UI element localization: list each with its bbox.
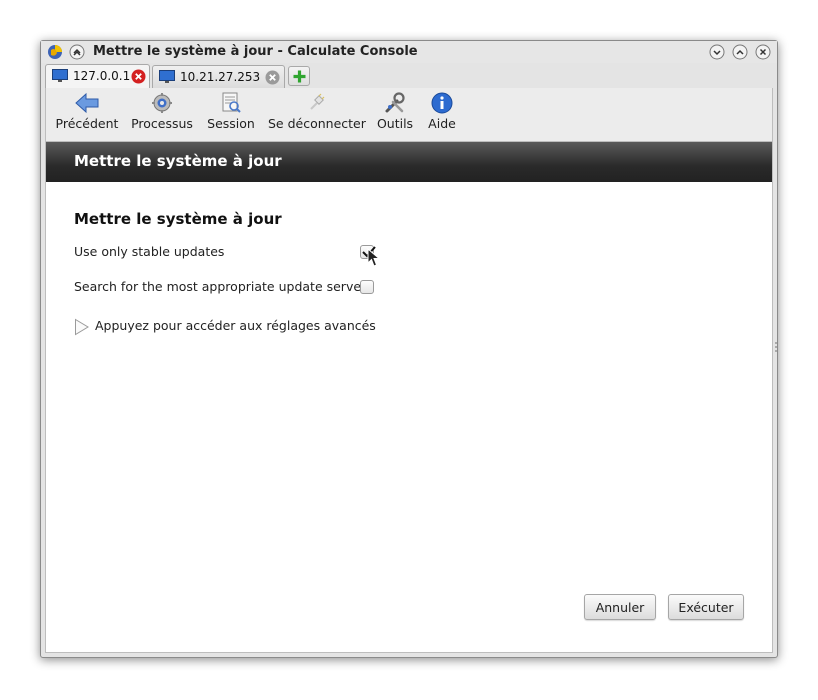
help-button[interactable]: Aide [424,92,460,138]
tab-session-2[interactable]: 10.21.27.253 [152,65,285,88]
page-header: Mettre le système à jour [46,142,772,182]
execute-button[interactable]: Exécuter [668,594,744,620]
maximize-icon[interactable] [732,44,748,60]
tools-button[interactable]: Outils [376,92,414,138]
info-icon [431,92,453,114]
resize-grip[interactable] [775,341,777,352]
section-title: Mettre le système à jour [74,210,282,228]
session-document-icon [222,92,241,113]
window-close-icon[interactable] [755,44,771,60]
session-button[interactable]: Session [204,92,258,138]
tab-close-icon[interactable] [131,69,146,84]
tab-session-1[interactable]: 127.0.0.1 [45,64,150,88]
session-tab-bar: 127.0.0.1 10.21.27.253 [45,64,775,88]
tab-close-icon[interactable] [265,70,280,85]
window-title: Mettre le système à jour - Calculate Con… [93,44,418,59]
tab-label: 10.21.27.253 [180,70,261,84]
title-bar[interactable]: Mettre le système à jour - Calculate Con… [41,41,777,63]
update-server-label: Search for the most appropriate update s… [74,279,367,294]
toolbar: Précédent Processus Session Se déconnect… [45,88,773,141]
disconnect-icon [310,93,325,110]
processes-button[interactable]: Processus [130,92,194,138]
cancel-button[interactable]: Annuler [584,594,656,620]
gear-icon [152,93,172,113]
back-button[interactable]: Précédent [54,92,120,138]
stable-updates-label: Use only stable updates [74,244,225,259]
main-window: Mettre le système à jour - Calculate Con… [40,40,778,658]
plus-icon [293,70,306,83]
page-title: Mettre le système à jour [74,152,282,170]
add-tab-button[interactable] [288,66,310,86]
tab-label: 127.0.0.1 [73,69,131,83]
keep-above-icon[interactable] [69,44,85,60]
back-arrow-icon [75,92,99,114]
triangle-right-icon [75,318,89,336]
tools-wrench-icon [385,92,405,113]
main-content: Mettre le système à jour Mettre le systè… [45,141,773,653]
disconnect-button[interactable]: Se déconnecter [268,92,366,138]
mouse-cursor-icon [367,247,381,271]
monitor-icon [52,69,68,83]
update-server-checkbox[interactable] [360,280,374,294]
minimize-icon[interactable] [709,44,725,60]
monitor-icon [159,70,175,84]
calculate-app-icon[interactable] [47,44,63,60]
